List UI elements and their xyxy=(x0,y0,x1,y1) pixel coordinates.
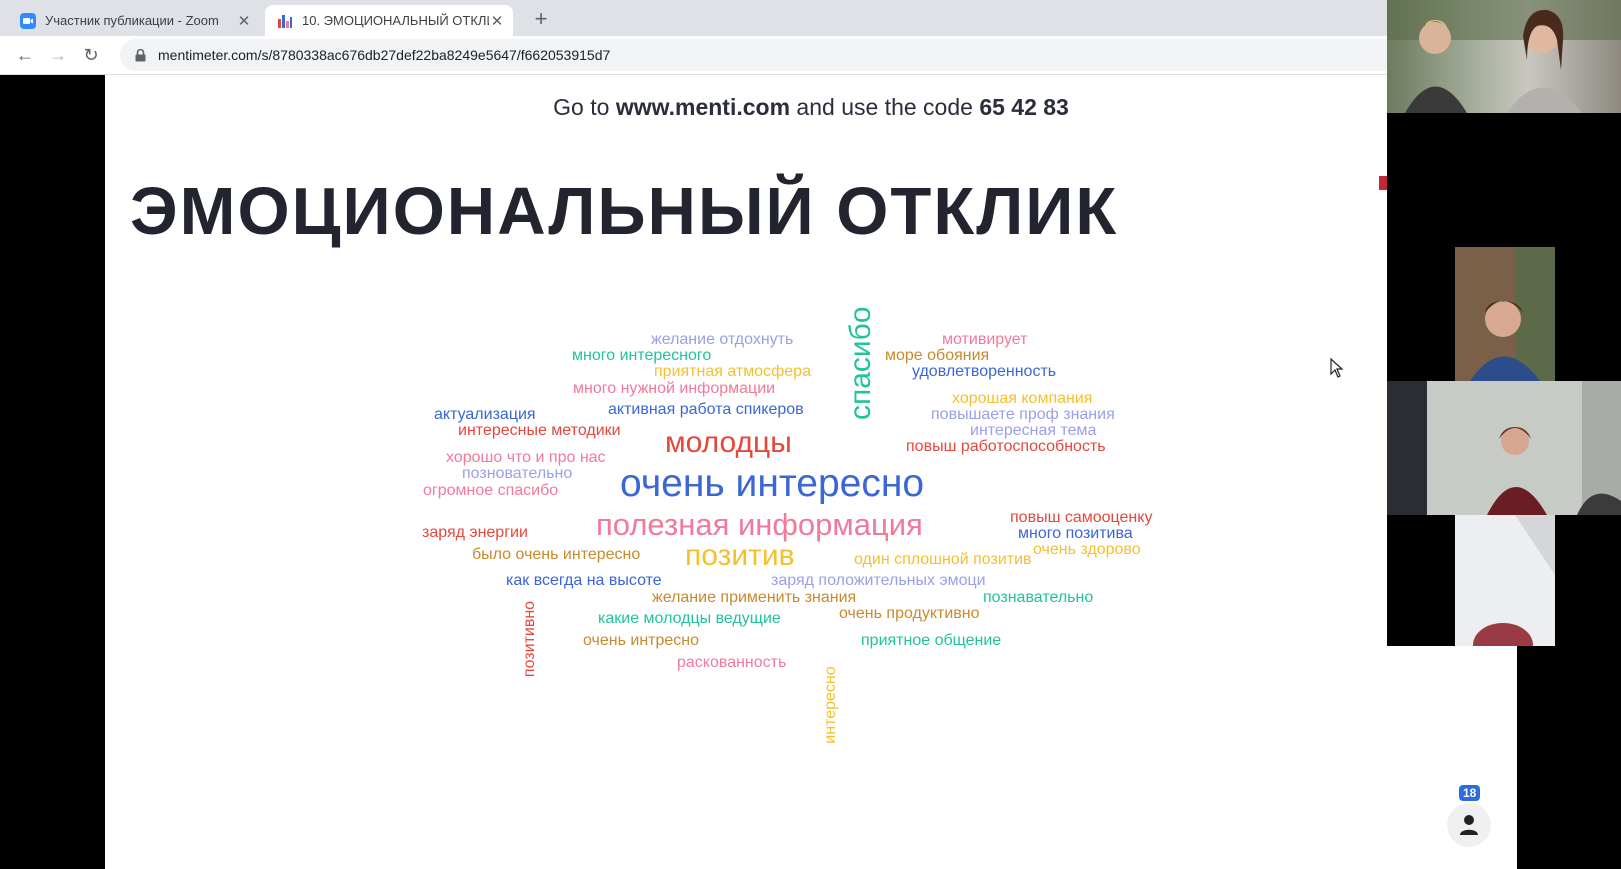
word-cloud-item: море обояния xyxy=(885,347,990,364)
word-cloud-item: заряд положительных эмоци xyxy=(771,572,986,589)
word-cloud-item: один сплошной позитив xyxy=(854,551,1032,568)
url-text: mentimeter.com/s/8780338ac676db27def22ba… xyxy=(158,47,611,63)
new-tab-button[interactable]: + xyxy=(527,5,555,33)
word-cloud-item: активная работа спикеров xyxy=(608,401,804,418)
word-cloud-item: было очень интересно xyxy=(472,546,641,563)
word-cloud-item: очень продуктивно xyxy=(839,605,980,622)
goto-site: www.menti.com xyxy=(615,94,791,120)
participant-count-badge: 18 xyxy=(1459,785,1481,801)
tab-mentimeter[interactable]: 10. ЭМОЦИОНАЛЬНЫЙ ОТКЛИ ✕ xyxy=(265,5,513,36)
word-cloud-item: желание применить знания xyxy=(652,589,857,606)
slide-title: ЭМОЦИОНАЛЬНЫЙ ОТКЛИК xyxy=(130,174,1119,249)
word-cloud-item: очень здорово xyxy=(1033,541,1141,558)
participant-video[interactable] xyxy=(1387,381,1621,515)
browser-toolbar: ← → ↻ mentimeter.com/s/8780338ac676db27d… xyxy=(0,36,1387,75)
participant-video-off[interactable] xyxy=(1387,113,1621,247)
tab-title: Участник публикации - Zoom xyxy=(45,13,219,28)
join-instructions: Go to www.menti.com and use the code 65 … xyxy=(105,94,1517,121)
zoom-icon xyxy=(20,12,36,29)
goto-prefix: Go to xyxy=(553,94,616,120)
tab-title: 10. ЭМОЦИОНАЛЬНЫЙ ОТКЛИ xyxy=(302,13,489,28)
word-cloud-item: как всегда на высоте xyxy=(506,572,662,589)
word-cloud-item: очень интресно xyxy=(583,632,700,649)
word-cloud-item: повыш работоспособность xyxy=(906,438,1106,455)
goto-code: 65 42 83 xyxy=(979,94,1069,120)
word-cloud-item: много нужной информации xyxy=(573,380,776,397)
participants-button[interactable] xyxy=(1447,803,1491,847)
word-cloud-item: актуализация xyxy=(434,406,536,423)
slide-edge-marker xyxy=(1379,176,1387,190)
video-frame xyxy=(1455,247,1555,381)
mouse-cursor-icon xyxy=(1330,358,1343,378)
word-cloud-item: хорошо что и про нас xyxy=(446,449,606,466)
word-cloud-item: интересно xyxy=(822,666,839,744)
goto-mid: and use the code xyxy=(790,94,980,120)
word-cloud-item: много интересного xyxy=(572,347,712,364)
word-cloud-item: какие молодцы ведущие xyxy=(598,610,781,627)
word-cloud-item: позитив xyxy=(685,539,795,572)
word-cloud-item: заряд энергии xyxy=(422,524,528,541)
word-cloud-item: позитивно xyxy=(521,600,538,678)
browser-tab-bar: Участник публикации - Zoom ✕ 10. ЭМОЦИОН… xyxy=(0,0,1387,36)
mentimeter-icon xyxy=(278,14,292,28)
video-frame xyxy=(1387,0,1621,113)
word-cloud-item: спасибо xyxy=(844,306,877,420)
back-arrow-icon[interactable]: ← xyxy=(13,43,37,67)
video-frame xyxy=(1455,515,1555,646)
word-cloud-item: полезная информация xyxy=(596,507,923,542)
word-cloud-item: познавательно xyxy=(983,589,1094,606)
tab-zoom[interactable]: Участник публикации - Zoom ✕ xyxy=(8,5,260,36)
zoom-video-gallery xyxy=(1387,0,1621,646)
forward-arrow-icon[interactable]: → xyxy=(46,43,70,67)
participant-video[interactable] xyxy=(1387,0,1621,113)
word-cloud-item: приятная атмосфера xyxy=(654,363,811,380)
participant-video[interactable] xyxy=(1455,515,1555,646)
word-cloud-item: повыш самооценку xyxy=(1010,509,1153,526)
person-icon xyxy=(1460,815,1478,835)
word-cloud-item: молодцы xyxy=(665,426,792,459)
word-cloud-item: огромное спасибо xyxy=(423,482,559,499)
word-cloud-item: много позитива xyxy=(1018,525,1133,542)
presentation-slide: Go to www.menti.com and use the code 65 … xyxy=(105,75,1517,869)
tab-close-icon[interactable]: ✕ xyxy=(489,12,505,30)
word-cloud-item: хорошая компания xyxy=(952,390,1093,407)
word-cloud-item: повышаете проф знания xyxy=(931,406,1115,423)
participant-video[interactable] xyxy=(1455,247,1555,381)
word-cloud-item: желание отдохнуть xyxy=(651,331,794,348)
word-cloud-item: удовлетворенность xyxy=(912,363,1057,380)
lock-icon xyxy=(130,48,150,62)
word-cloud-item: приятное общение xyxy=(861,632,1002,649)
word-cloud-item: позновательно xyxy=(462,465,573,482)
word-cloud-item: интересные методики xyxy=(458,422,621,439)
reload-icon[interactable]: ↻ xyxy=(79,43,103,67)
word-cloud-item: интересная тема xyxy=(970,422,1097,439)
word-cloud-item: раскованность xyxy=(677,654,787,671)
word-cloud-item: мотивирует xyxy=(942,331,1028,348)
tab-close-icon[interactable]: ✕ xyxy=(236,12,252,30)
address-bar[interactable]: mentimeter.com/s/8780338ac676db27def22ba… xyxy=(120,39,1387,71)
word-cloud-item: очень интересно xyxy=(620,462,925,505)
video-frame xyxy=(1387,381,1621,515)
